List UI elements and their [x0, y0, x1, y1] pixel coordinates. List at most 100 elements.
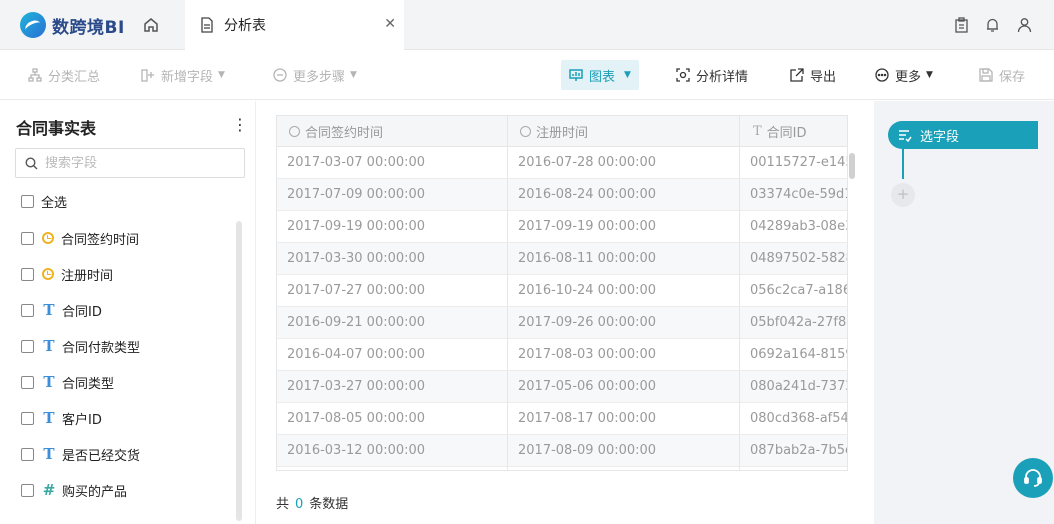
more-button[interactable]: 更多 ▼ — [875, 63, 933, 87]
table-cell: 056c2ca7-a186 — [750, 283, 848, 298]
record-count-prefix: 共 — [276, 497, 290, 512]
table-cell: 2017-07-27 00:00:00 — [287, 283, 426, 298]
field-checkbox[interactable] — [21, 267, 34, 281]
chart-label: 图表 — [589, 69, 616, 85]
select-all-checkbox[interactable] — [21, 194, 34, 208]
field-label: 合同签约时间 — [61, 232, 140, 248]
home-icon[interactable] — [142, 16, 160, 34]
field-panel: 合同事实表 ⋮ 全选 合同签约时间 注册时间 T 合同ID T 合同付款类型 T… — [0, 101, 256, 524]
field-label: 合同类型 — [62, 376, 115, 392]
app-logo[interactable]: 数跨境BI — [20, 12, 125, 38]
text-type-icon: T — [43, 409, 55, 427]
field-list-scrollbar[interactable] — [236, 221, 242, 521]
table-row: 2017-09-19 00:00:00 2017-09-19 00:00:00 … — [277, 211, 848, 243]
column-header[interactable]: T 合同ID — [753, 116, 807, 147]
grid-header: 合同签约时间 注册时间 T 合同ID — [277, 116, 847, 147]
field-checkbox[interactable] — [21, 447, 34, 461]
field-label: 客户ID — [62, 412, 102, 428]
export-button[interactable]: 导出 — [790, 63, 836, 87]
add-step-button[interactable]: + — [891, 183, 915, 207]
field-checkbox[interactable] — [21, 231, 34, 245]
field-item[interactable]: T 合同ID — [21, 300, 102, 320]
table-cell: 00115727-e145 — [750, 155, 848, 170]
group-summary-label: 分类汇总 — [48, 69, 101, 85]
table-cell: 2017-08-03 00:00:00 — [518, 347, 657, 362]
select-all-row[interactable]: 全选 — [21, 191, 67, 211]
more-label: 更多 — [895, 69, 922, 85]
table-row: 2017-07-09 00:00:00 2016-08-24 00:00:00 … — [277, 179, 848, 211]
field-item[interactable]: 合同签约时间 — [21, 228, 139, 248]
clock-icon — [289, 126, 300, 137]
table-cell: 04289ab3-08e3 — [750, 219, 848, 234]
table-cell: 2016-04-07 00:00:00 — [287, 347, 426, 362]
column-header-label: 合同签约时间 — [305, 126, 384, 141]
save-label: 保存 — [999, 69, 1026, 85]
text-type-icon: T — [43, 445, 55, 463]
hierarchy-icon — [28, 68, 42, 82]
save-icon — [979, 68, 993, 82]
add-column-icon — [141, 69, 154, 82]
customer-service-button[interactable] — [1013, 458, 1053, 498]
field-checkbox[interactable] — [21, 483, 34, 497]
field-item[interactable]: T 合同付款类型 — [21, 336, 140, 356]
more-circle-icon — [273, 68, 287, 82]
table-cell: 2017-08-09 00:00:00 — [518, 443, 657, 458]
table-cell: 03374c0e-59d1 — [750, 187, 848, 202]
logo-text: 数跨境BI — [52, 17, 125, 38]
text-type-icon: T — [753, 124, 762, 139]
record-count: 共 0 条数据 — [276, 493, 348, 512]
analysis-details-button[interactable]: 分析详情 — [676, 63, 748, 87]
toolbar: 分类汇总 新增字段 ▼ 更多步骤 ▼ 图表 ▼ 分析详情 导出 更多 ▼ 保存 — [0, 50, 1054, 100]
group-summary-button[interactable]: 分类汇总 — [28, 63, 100, 87]
table-cell: 2017-09-26 00:00:00 — [518, 315, 657, 330]
top-bar: 数跨境BI 分析表 ✕ — [0, 0, 1054, 50]
column-header[interactable]: 注册时间 — [520, 116, 588, 147]
more-dots-icon — [875, 68, 889, 82]
close-tab-icon[interactable]: ✕ — [384, 16, 396, 32]
field-label: 是否已经交货 — [62, 448, 141, 464]
field-label: 购买的产品 — [62, 484, 128, 500]
field-checkbox[interactable] — [21, 411, 34, 425]
field-search[interactable] — [15, 148, 245, 178]
scan-icon — [676, 68, 690, 82]
table-cell: 0692a164-8159 — [750, 347, 848, 362]
table-row: 2017-08-05 00:00:00 2017-08-17 00:00:00 … — [277, 403, 847, 435]
add-field-button[interactable]: 新增字段 ▼ — [141, 63, 225, 87]
search-input[interactable] — [45, 155, 225, 171]
clock-icon — [42, 268, 54, 280]
column-header[interactable]: 合同签约时间 — [289, 116, 383, 147]
kebab-menu-icon[interactable]: ⋮ — [232, 115, 248, 134]
chart-icon — [569, 69, 583, 81]
field-item[interactable]: T 合同类型 — [21, 372, 114, 392]
field-checkbox[interactable] — [21, 375, 34, 389]
vertical-scrollbar[interactable] — [849, 153, 855, 179]
table-cell: 2017-08-05 00:00:00 — [287, 411, 426, 426]
field-checkbox[interactable] — [21, 339, 34, 353]
bell-icon[interactable] — [985, 17, 1000, 33]
clipboard-icon[interactable] — [954, 17, 969, 33]
column-divider[interactable] — [739, 116, 740, 470]
record-count-suffix: 条数据 — [309, 497, 349, 512]
field-item[interactable]: # 购买的产品 — [21, 480, 127, 500]
column-divider[interactable] — [507, 116, 508, 470]
column-header-label: 注册时间 — [536, 126, 589, 141]
tab-analysis-table[interactable]: 分析表 ✕ — [185, 0, 404, 50]
select-all-label: 全选 — [41, 195, 68, 211]
field-checkbox[interactable] — [21, 303, 34, 317]
field-item[interactable]: T 客户ID — [21, 408, 102, 428]
export-label: 导出 — [810, 69, 837, 85]
caret-down-icon: ▼ — [926, 70, 933, 80]
user-icon[interactable] — [1017, 17, 1032, 33]
chart-button[interactable]: 图表 ▼ — [561, 60, 639, 90]
step-connector — [902, 149, 904, 179]
document-icon — [201, 17, 213, 33]
select-field-step[interactable]: 选字段 — [888, 121, 1038, 149]
field-item[interactable]: 注册时间 — [21, 264, 113, 284]
field-item[interactable]: T 是否已经交货 — [21, 444, 140, 464]
caret-down-icon: ▼ — [624, 70, 631, 80]
table-cell: 2017-07-09 00:00:00 — [287, 187, 426, 202]
save-button[interactable]: 保存 — [979, 63, 1025, 87]
field-label: 合同付款类型 — [62, 340, 141, 356]
table-row: 2016-09-21 00:00:00 2017-09-26 00:00:00 … — [277, 307, 847, 339]
more-steps-button[interactable]: 更多步骤 ▼ — [273, 63, 357, 87]
